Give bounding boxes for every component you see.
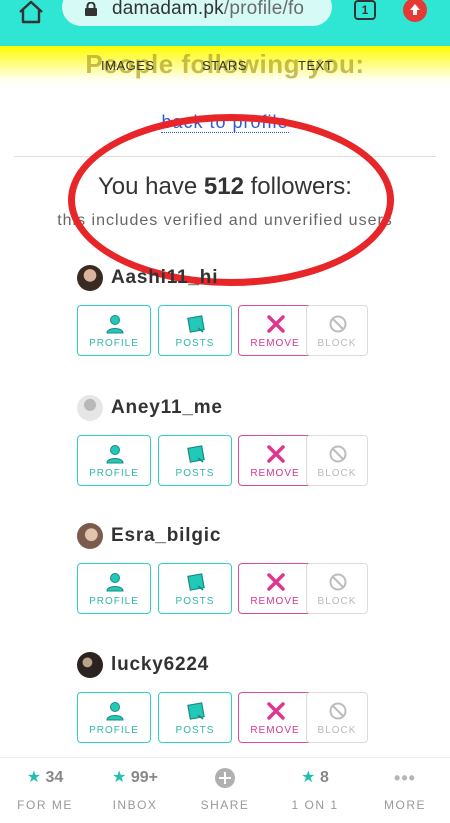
- lock-icon: [85, 2, 97, 16]
- username[interactable]: Aney11_me: [111, 397, 223, 419]
- avatar[interactable]: [77, 652, 103, 678]
- remove-button[interactable]: REMOVE: [238, 435, 312, 486]
- user-icon: [106, 445, 124, 464]
- update-arrow-icon[interactable]: [403, 0, 427, 22]
- profile-button[interactable]: PROFILE: [77, 563, 151, 614]
- block-icon: [329, 445, 347, 463]
- back-to-profile-link[interactable]: back to profile: [0, 112, 450, 133]
- nav-inbox[interactable]: ★ 99+ INBOX: [90, 766, 180, 812]
- user-icon: [106, 702, 124, 721]
- posts-button[interactable]: POSTS: [158, 305, 232, 356]
- tab-switcher-button[interactable]: 1: [354, 0, 376, 20]
- nav-share[interactable]: SHARE: [180, 766, 270, 812]
- dots-icon: •••: [394, 768, 416, 788]
- note-icon: [187, 573, 205, 591]
- close-icon: [267, 445, 285, 463]
- followers-count: You have 512 followers:: [98, 173, 352, 200]
- block-icon: [329, 573, 347, 591]
- username[interactable]: Aashi11_hi: [111, 267, 218, 289]
- star-icon: ★: [301, 769, 316, 786]
- browser-toolbar: damadam.pk/profile/fo 1: [0, 0, 450, 46]
- url-text: damadam.pk/profile/fo: [112, 0, 305, 19]
- heading-band: People following you: IMAGES STARS TEXT: [0, 46, 450, 88]
- profile-button[interactable]: PROFILE: [77, 692, 151, 743]
- bottom-nav: ★ 34 FOR ME ★ 99+ INBOX SHARE ★ 8 1 ON 1…: [0, 757, 450, 823]
- remove-button[interactable]: REMOVE: [238, 563, 312, 614]
- block-button[interactable]: BLOCK: [306, 563, 368, 614]
- close-icon: [267, 315, 285, 333]
- star-icon: ★: [26, 769, 42, 786]
- block-icon: [329, 315, 347, 333]
- follower-row: Esra_bilgic PROFILE POSTS REMOVE BLOCK: [77, 523, 377, 633]
- user-icon: [106, 573, 124, 592]
- home-icon[interactable]: [16, 0, 46, 24]
- nav-for-me[interactable]: ★ 34 FOR ME: [0, 766, 90, 812]
- url-bar[interactable]: damadam.pk/profile/fo: [62, 0, 332, 26]
- nav-one-on-one[interactable]: ★ 8 1 ON 1: [270, 766, 360, 812]
- profile-button[interactable]: PROFILE: [77, 305, 151, 356]
- profile-button[interactable]: PROFILE: [77, 435, 151, 486]
- block-icon: [329, 702, 347, 720]
- block-button[interactable]: BLOCK: [306, 435, 368, 486]
- remove-button[interactable]: REMOVE: [238, 305, 312, 356]
- plus-circle-icon: [215, 767, 235, 788]
- tab-text[interactable]: TEXT: [298, 58, 333, 73]
- note-icon: [187, 702, 205, 720]
- close-icon: [267, 573, 285, 591]
- remove-button[interactable]: REMOVE: [238, 692, 312, 743]
- star-icon: ★: [112, 769, 127, 786]
- username[interactable]: Esra_bilgic: [111, 525, 221, 547]
- tab-images[interactable]: IMAGES: [101, 58, 155, 73]
- block-button[interactable]: BLOCK: [306, 692, 368, 743]
- divider: [14, 156, 436, 157]
- block-button[interactable]: BLOCK: [306, 305, 368, 356]
- avatar[interactable]: [77, 523, 103, 549]
- avatar[interactable]: [77, 265, 103, 291]
- posts-button[interactable]: POSTS: [158, 435, 232, 486]
- username[interactable]: lucky6224: [111, 654, 209, 676]
- posts-button[interactable]: POSTS: [158, 692, 232, 743]
- follower-row: lucky6224 PROFILE POSTS REMOVE BLOCK: [77, 652, 377, 762]
- note-icon: [187, 315, 205, 333]
- nav-more[interactable]: ••• MORE: [360, 766, 450, 812]
- note-icon: [187, 445, 205, 463]
- user-icon: [106, 315, 124, 334]
- close-icon: [267, 702, 285, 720]
- follower-row: Aney11_me PROFILE POSTS REMOVE BLOCK: [77, 395, 377, 505]
- avatar[interactable]: [77, 395, 103, 421]
- tab-stars[interactable]: STARS: [202, 58, 247, 73]
- follower-row: Aashi11_hi PROFILE POSTS REMOVE BLOCK: [77, 265, 377, 375]
- followers-note: this includes verified and unverified us…: [57, 212, 393, 229]
- posts-button[interactable]: POSTS: [158, 563, 232, 614]
